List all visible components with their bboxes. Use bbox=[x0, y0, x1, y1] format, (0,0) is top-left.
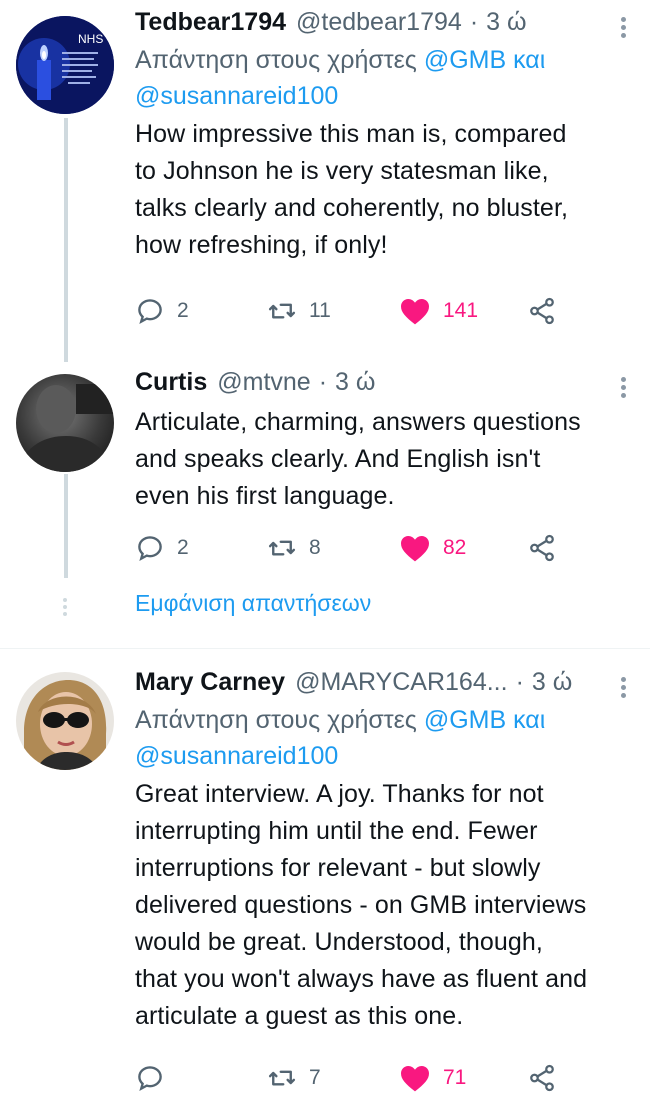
tweet-text-line: to Johnson he is very statesman like, bbox=[135, 157, 549, 185]
reply-icon bbox=[138, 299, 162, 325]
retweet-button[interactable]: 8 bbox=[267, 533, 321, 563]
timestamp[interactable]: 3 ώ bbox=[486, 8, 526, 37]
heart-icon bbox=[401, 299, 429, 325]
retweet-count: 11 bbox=[309, 299, 331, 322]
tweet-text-line: How impressive this man is, compared bbox=[135, 120, 567, 148]
tweet-actions: 7 71 bbox=[135, 1058, 575, 1098]
more-icon[interactable] bbox=[616, 674, 630, 702]
replying-prefix: Απάντηση στους χρήστες bbox=[135, 46, 417, 74]
tweet-actions: 2 8 82 bbox=[135, 528, 575, 568]
share-icon bbox=[530, 1064, 554, 1092]
display-name[interactable]: Mary Carney bbox=[135, 668, 285, 697]
like-button[interactable]: 71 bbox=[399, 1063, 466, 1093]
tweet-text: Great interview. A joy. Thanks for not i… bbox=[135, 776, 636, 1035]
user-photo-avatar-image bbox=[16, 672, 114, 770]
user-handle[interactable]: @MARYCAR164... bbox=[295, 668, 508, 697]
tweet-text-line: Great interview. A joy. Thanks for not bbox=[135, 780, 544, 808]
reply-count: 2 bbox=[177, 299, 189, 322]
tweet-text-line: would be great. Understood, though, bbox=[135, 928, 543, 956]
timestamp[interactable]: 3 ώ bbox=[532, 668, 572, 697]
tweet[interactable]: NHS Tedbear1794 @tedbear1794 · 3 ώ Απάντ… bbox=[0, 0, 650, 350]
retweet-icon bbox=[268, 1070, 296, 1086]
tweet-text-line: how refreshing, if only! bbox=[135, 231, 388, 259]
retweet-button[interactable]: 7 bbox=[267, 1063, 321, 1093]
like-count: 82 bbox=[443, 536, 467, 559]
tweet-text-line: articulate a guest as this one. bbox=[135, 1002, 464, 1030]
separator-dot: · bbox=[469, 8, 479, 36]
share-icon bbox=[530, 534, 554, 562]
replying-to: Απάντηση στους χρήστες @GMB και @susanna… bbox=[135, 702, 636, 774]
share-button[interactable] bbox=[527, 296, 557, 326]
tweet-text-line: even his first language. bbox=[135, 482, 395, 510]
avatar[interactable] bbox=[16, 374, 114, 472]
conjunction: και bbox=[513, 46, 546, 74]
tweet-actions: 2 11 141 bbox=[135, 291, 575, 331]
timestamp[interactable]: 3 ώ bbox=[335, 368, 375, 397]
thread-continuation-dots bbox=[60, 596, 70, 620]
more-icon[interactable] bbox=[616, 14, 630, 42]
separator-dot: · bbox=[515, 668, 524, 696]
reply-button[interactable] bbox=[135, 1063, 165, 1093]
display-name[interactable]: Tedbear1794 bbox=[135, 8, 286, 37]
tweet-header: Tedbear1794 @tedbear1794 · 3 ώ bbox=[135, 8, 636, 42]
retweet-icon bbox=[268, 540, 296, 556]
share-button[interactable] bbox=[527, 1063, 557, 1093]
reply-icon bbox=[138, 1066, 162, 1092]
share-button[interactable] bbox=[527, 533, 557, 563]
mention-link[interactable]: @susannareid100 bbox=[135, 742, 338, 770]
tweet-header: Mary Carney @MARYCAR164... · 3 ώ bbox=[135, 668, 636, 702]
like-count: 141 bbox=[443, 299, 479, 322]
like-button[interactable]: 141 bbox=[399, 296, 478, 326]
nhs-candle-avatar-image: NHS bbox=[16, 16, 114, 114]
retweet-count: 7 bbox=[309, 1066, 321, 1089]
tweet-text-line: Articulate, charming, answers questions bbox=[135, 408, 581, 436]
tweet-text-line: delivered questions - on GMB interviews bbox=[135, 891, 587, 919]
separator-dot: · bbox=[318, 368, 328, 396]
tweet-text-line: that you won't always have as fluent and bbox=[135, 965, 588, 993]
share-icon bbox=[530, 297, 554, 325]
heart-icon bbox=[401, 1066, 429, 1092]
like-count: 71 bbox=[443, 1066, 467, 1089]
tweet-text: How impressive this man is, compared to … bbox=[135, 116, 636, 264]
user-handle[interactable]: @mtvne bbox=[217, 368, 310, 397]
user-handle[interactable]: @tedbear1794 bbox=[296, 8, 462, 37]
more-icon[interactable] bbox=[616, 374, 630, 402]
reply-button[interactable]: 2 bbox=[135, 533, 189, 563]
replying-to: Απάντηση στους χρήστες @GMB και @susanna… bbox=[135, 42, 636, 114]
like-button[interactable]: 82 bbox=[399, 533, 466, 563]
reply-icon bbox=[138, 536, 162, 562]
avatar[interactable]: NHS bbox=[16, 16, 114, 114]
tweet-text-line: interruptions for relevant - but slowly bbox=[135, 854, 541, 882]
user-photo-avatar-image bbox=[16, 374, 114, 472]
avatar[interactable] bbox=[16, 672, 114, 770]
reply-count: 2 bbox=[177, 536, 189, 559]
tweet-text-line: and speaks clearly. And English isn't bbox=[135, 445, 541, 473]
retweet-icon bbox=[268, 303, 296, 319]
conjunction: και bbox=[513, 706, 546, 734]
tweet-text-line: interrupting him until the end. Fewer bbox=[135, 817, 538, 845]
divider bbox=[0, 648, 650, 649]
reply-button[interactable]: 2 bbox=[135, 296, 189, 326]
svg-text:NHS: NHS bbox=[78, 32, 103, 46]
heart-icon bbox=[401, 536, 429, 562]
retweet-count: 8 bbox=[309, 536, 321, 559]
tweet-text-line: talks clearly and coherently, no bluster… bbox=[135, 194, 569, 222]
mention-link[interactable]: @GMB bbox=[424, 46, 506, 74]
retweet-button[interactable]: 11 bbox=[267, 296, 331, 326]
display-name[interactable]: Curtis bbox=[135, 368, 207, 397]
mention-link[interactable]: @susannareid100 bbox=[135, 82, 338, 110]
tweet[interactable]: Curtis @mtvne · 3 ώ Articulate, charming… bbox=[0, 360, 650, 590]
tweet[interactable]: Mary Carney @MARYCAR164... · 3 ώ Απάντησ… bbox=[0, 660, 650, 1104]
tweet-header: Curtis @mtvne · 3 ώ bbox=[135, 368, 636, 402]
tweet-text: Articulate, charming, answers questions … bbox=[135, 404, 636, 515]
mention-link[interactable]: @GMB bbox=[424, 706, 506, 734]
replying-prefix: Απάντηση στους χρήστες bbox=[135, 706, 417, 734]
show-replies-link[interactable]: Εμφάνιση απαντήσεων bbox=[135, 590, 371, 617]
